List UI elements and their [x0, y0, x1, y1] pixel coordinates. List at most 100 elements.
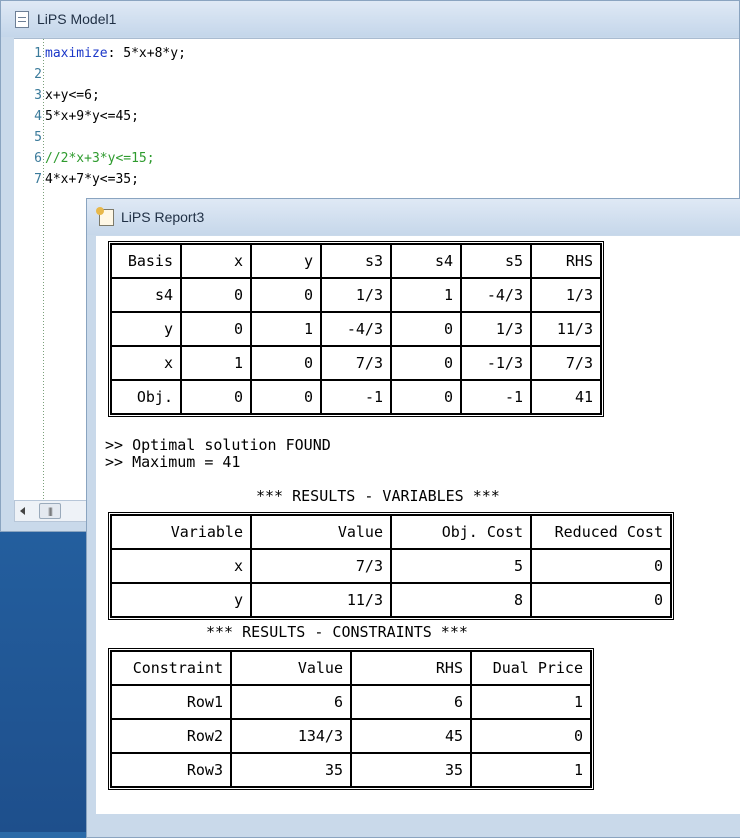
table-header-cell: Value — [251, 515, 391, 549]
horizontal-scrollbar[interactable]: ||| — [14, 500, 88, 522]
code-line[interactable]: 4 5*x+9*y<=45; — [14, 106, 739, 127]
status-message-2: >> Maximum = 41 — [105, 453, 241, 471]
tableau-cell: 0 — [251, 380, 321, 414]
code-line[interactable]: 7 4*x+7*y<=35; — [14, 169, 739, 190]
tableau-cell: -1 — [461, 380, 531, 414]
constraint-cell: 35 — [231, 753, 351, 787]
table-row: Row3 35 35 1 — [111, 753, 591, 787]
code-text: //2*x+3*y<=15; — [42, 148, 155, 169]
tableau-cell: 7/3 — [531, 346, 601, 380]
tableau-cell: -1 — [321, 380, 391, 414]
line-number: 1 — [34, 46, 42, 61]
table-row: x 1 0 7/3 0 -1/3 7/3 — [111, 346, 601, 380]
line-number: 5 — [34, 130, 42, 145]
constraint-cell: Row3 — [111, 753, 231, 787]
variable-cell: x — [111, 549, 251, 583]
line-number: 3 — [34, 88, 42, 103]
code-area[interactable]: 1 maximize: 5*x+8*y; 2 3 x+y<=6; 4 5*x+9*y<=45… — [14, 43, 739, 190]
table-header-cell: y — [251, 244, 321, 278]
table-row: y 0 1 -4/3 0 1/3 11/3 — [111, 312, 601, 346]
table-header-cell: s4 — [391, 244, 461, 278]
tableau-cell: Obj. — [111, 380, 181, 414]
constraints-section-title: *** RESULTS - CONSTRAINTS *** — [206, 623, 468, 641]
tableau-cell: s4 — [111, 278, 181, 312]
table-header-cell: x — [181, 244, 251, 278]
code-token: : 5*x+8*y; — [107, 46, 186, 61]
tableau-cell: 41 — [531, 380, 601, 414]
table-row: Row2 134/3 45 0 — [111, 719, 591, 753]
tableau-cell: y — [111, 312, 181, 346]
tableau-cell: 0 — [181, 312, 251, 346]
code-line[interactable]: 1 maximize: 5*x+8*y; — [14, 43, 739, 64]
constraint-cell: 35 — [351, 753, 471, 787]
table-header-cell: Obj. Cost — [391, 515, 531, 549]
report-window-title: LiPS Report3 — [121, 209, 205, 225]
code-line[interactable]: 2 — [14, 64, 739, 85]
scroll-left-icon[interactable] — [20, 507, 25, 515]
report-window-titlebar[interactable]: LiPS Report3 — [87, 199, 740, 235]
tableau-cell: x — [111, 346, 181, 380]
table-row: Obj. 0 0 -1 0 -1 41 — [111, 380, 601, 414]
constraints-table: Constraint Value RHS Dual Price Row1 6 6 1 Row2 1… — [108, 648, 594, 790]
tableau-cell: 1 — [391, 278, 461, 312]
constraint-cell: 6 — [351, 685, 471, 719]
table-header-cell: Basis — [111, 244, 181, 278]
table-header-cell: Reduced Cost — [531, 515, 671, 549]
variable-cell: 0 — [531, 583, 671, 617]
tableau-cell: 11/3 — [531, 312, 601, 346]
tableau-cell: 0 — [391, 380, 461, 414]
table-row: x 7/3 5 0 — [111, 549, 671, 583]
constraint-cell: 6 — [231, 685, 351, 719]
table-header-row: Basis x y s3 s4 s5 RHS — [111, 244, 601, 278]
line-number: 7 — [34, 172, 42, 187]
tableau-cell: 0 — [251, 278, 321, 312]
document-icon — [15, 10, 29, 28]
constraint-cell: 45 — [351, 719, 471, 753]
code-text: 4*x+7*y<=35; — [42, 169, 139, 190]
code-text: 5*x+9*y<=45; — [42, 106, 139, 127]
scroll-thumb[interactable]: ||| — [39, 503, 61, 519]
code-line[interactable]: 5 — [14, 127, 739, 148]
variable-cell: 8 — [391, 583, 531, 617]
table-header-cell: Dual Price — [471, 651, 591, 685]
model-window-title: LiPS Model1 — [37, 11, 117, 27]
table-header-cell: s5 — [461, 244, 531, 278]
code-line[interactable]: 3 x+y<=6; — [14, 85, 739, 106]
constraint-cell: 134/3 — [231, 719, 351, 753]
table-header-cell: RHS — [531, 244, 601, 278]
table-header-row: Variable Value Obj. Cost Reduced Cost — [111, 515, 671, 549]
code-token: 5*x+9*y<=45; — [45, 109, 139, 124]
table-header-cell: Value — [231, 651, 351, 685]
tableau-cell: 0 — [391, 346, 461, 380]
table-header-cell: Variable — [111, 515, 251, 549]
report-window[interactable]: LiPS Report3 Basis x y s3 s4 s5 RHS s4 0 0 1/3 1 -4/… — [86, 198, 740, 838]
tableau-cell: -4/3 — [461, 278, 531, 312]
tableau-cell: 0 — [181, 380, 251, 414]
table-header-cell: Constraint — [111, 651, 231, 685]
code-text: x+y<=6; — [42, 85, 100, 106]
table-row: s4 0 0 1/3 1 -4/3 1/3 — [111, 278, 601, 312]
code-keyword: maximize — [45, 46, 108, 61]
tableau-cell: 1/3 — [321, 278, 391, 312]
constraint-cell: Row2 — [111, 719, 231, 753]
tableau-cell: -4/3 — [321, 312, 391, 346]
status-message-1: >> Optimal solution FOUND — [105, 436, 331, 454]
tableau-cell: 1/3 — [531, 278, 601, 312]
model-window-titlebar[interactable]: LiPS Model1 — [1, 1, 739, 37]
variable-cell: 0 — [531, 549, 671, 583]
table-row: Row1 6 6 1 — [111, 685, 591, 719]
table-row: y 11/3 8 0 — [111, 583, 671, 617]
line-number: 2 — [34, 67, 42, 82]
table-header-row: Constraint Value RHS Dual Price — [111, 651, 591, 685]
report-icon — [96, 206, 114, 226]
variable-cell: y — [111, 583, 251, 617]
constraint-cell: Row1 — [111, 685, 231, 719]
variables-section-title: *** RESULTS - VARIABLES *** — [256, 487, 500, 505]
tableau-cell: -1/3 — [461, 346, 531, 380]
code-line[interactable]: 6//2*x+3*y<=15; — [14, 148, 739, 169]
table-header-cell: RHS — [351, 651, 471, 685]
tableau-cell: 7/3 — [321, 346, 391, 380]
tableau-cell: 0 — [181, 278, 251, 312]
tableau-cell: 1 — [181, 346, 251, 380]
variable-cell: 7/3 — [251, 549, 391, 583]
